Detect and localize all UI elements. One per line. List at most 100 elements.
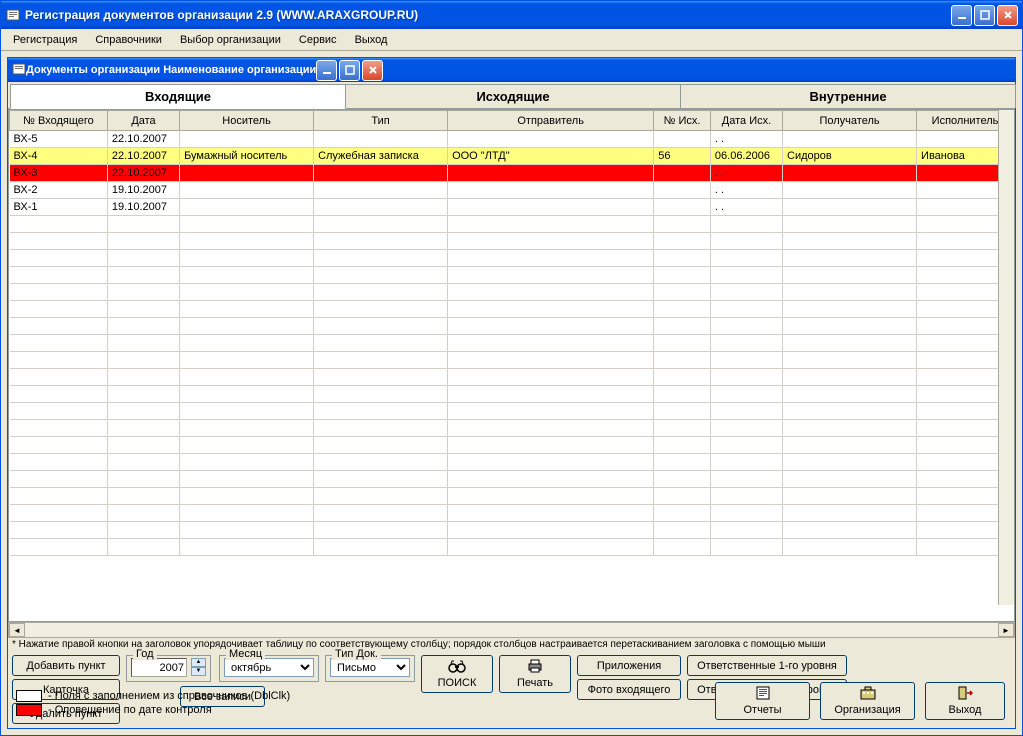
table-cell[interactable] bbox=[654, 131, 711, 148]
child-maximize-button[interactable] bbox=[339, 60, 360, 81]
photo-incoming-button[interactable]: Фото входящего bbox=[577, 679, 681, 700]
table-cell[interactable]: ВХ-2 bbox=[10, 182, 108, 199]
table-cell[interactable] bbox=[314, 199, 448, 216]
table-cell[interactable] bbox=[314, 182, 448, 199]
table-row[interactable]: ВХ-422.10.2007Бумажный носительСлужебная… bbox=[10, 148, 1014, 165]
table-cell[interactable] bbox=[654, 165, 711, 182]
table-cell[interactable]: 06.06.2006 bbox=[710, 148, 782, 165]
report-icon bbox=[755, 686, 771, 703]
tab-internal[interactable]: Внутренние bbox=[680, 84, 1016, 108]
menu-directories[interactable]: Справочники bbox=[87, 32, 170, 48]
column-header[interactable]: Носитель bbox=[180, 111, 314, 131]
table-cell[interactable]: . . bbox=[710, 182, 782, 199]
year-input[interactable] bbox=[131, 658, 187, 677]
table-cell[interactable] bbox=[180, 182, 314, 199]
attachments-button[interactable]: Приложения bbox=[577, 655, 681, 676]
column-header[interactable]: Тип bbox=[314, 111, 448, 131]
vertical-scrollbar[interactable] bbox=[998, 110, 1014, 605]
menu-exit[interactable]: Выход bbox=[347, 32, 396, 48]
child-window-controls bbox=[316, 60, 383, 81]
table-cell[interactable]: ВХ-4 bbox=[10, 148, 108, 165]
table-cell[interactable]: Сидоров bbox=[783, 148, 917, 165]
organization-button[interactable]: Организация bbox=[820, 682, 915, 720]
hscroll-track[interactable] bbox=[25, 623, 998, 637]
horizontal-scrollbar[interactable]: ◄ ► bbox=[8, 622, 1015, 638]
search-button[interactable]: ПОИСК bbox=[421, 655, 493, 693]
table-cell[interactable] bbox=[180, 131, 314, 148]
table-cell[interactable]: . . bbox=[710, 165, 782, 182]
table-cell[interactable] bbox=[180, 199, 314, 216]
column-header[interactable]: Дата bbox=[107, 111, 179, 131]
table-row[interactable]: ВХ-522.10.2007 . . bbox=[10, 131, 1014, 148]
table-row bbox=[10, 352, 1014, 369]
table-cell[interactable]: ВХ-1 bbox=[10, 199, 108, 216]
main-minimize-button[interactable] bbox=[951, 5, 972, 26]
child-close-button[interactable] bbox=[362, 60, 383, 81]
main-window-controls bbox=[951, 5, 1018, 26]
documents-grid[interactable]: № ВходящегоДатаНосительТипОтправитель№ И… bbox=[9, 110, 1014, 556]
table-cell[interactable]: Служебная записка bbox=[314, 148, 448, 165]
table-cell[interactable]: ВХ-3 bbox=[10, 165, 108, 182]
table-cell[interactable] bbox=[448, 199, 654, 216]
grid-header-row[interactable]: № ВходящегоДатаНосительТипОтправитель№ И… bbox=[10, 111, 1014, 131]
table-cell[interactable] bbox=[783, 182, 917, 199]
column-header[interactable]: № Исх. bbox=[654, 111, 711, 131]
table-cell[interactable]: 19.10.2007 bbox=[107, 182, 179, 199]
table-cell[interactable] bbox=[448, 131, 654, 148]
table-cell[interactable]: 22.10.2007 bbox=[107, 165, 179, 182]
tab-outgoing[interactable]: Исходящие bbox=[345, 84, 681, 108]
month-label: Месяц bbox=[226, 648, 265, 660]
doctype-combo[interactable]: Письмо bbox=[330, 658, 410, 677]
table-cell[interactable]: ВХ-5 bbox=[10, 131, 108, 148]
tab-incoming[interactable]: Входящие bbox=[10, 84, 346, 109]
table-cell[interactable]: 19.10.2007 bbox=[107, 199, 179, 216]
table-cell[interactable]: 56 bbox=[654, 148, 711, 165]
add-item-button[interactable]: Добавить пункт bbox=[12, 655, 120, 676]
table-cell[interactable] bbox=[180, 165, 314, 182]
table-cell[interactable] bbox=[314, 165, 448, 182]
doctype-label: Тип Док. bbox=[332, 648, 381, 660]
table-cell[interactable]: 22.10.2007 bbox=[107, 131, 179, 148]
table-cell[interactable]: . . bbox=[710, 199, 782, 216]
organization-icon bbox=[860, 686, 876, 703]
hscroll-left-icon[interactable]: ◄ bbox=[9, 623, 25, 637]
hscroll-right-icon[interactable]: ► bbox=[998, 623, 1014, 637]
exit-button[interactable]: Выход bbox=[925, 682, 1005, 720]
table-cell[interactable]: 22.10.2007 bbox=[107, 148, 179, 165]
column-header[interactable]: Получатель bbox=[783, 111, 917, 131]
table-cell[interactable] bbox=[654, 182, 711, 199]
menu-service[interactable]: Сервис bbox=[291, 32, 345, 48]
column-header[interactable]: Отправитель bbox=[448, 111, 654, 131]
table-row[interactable]: ВХ-219.10.2007 . . bbox=[10, 182, 1014, 199]
table-row bbox=[10, 369, 1014, 386]
table-cell[interactable] bbox=[783, 131, 917, 148]
table-cell[interactable]: ООО "ЛТД" bbox=[448, 148, 654, 165]
table-row bbox=[10, 539, 1014, 556]
table-cell[interactable] bbox=[314, 131, 448, 148]
table-row[interactable]: ВХ-119.10.2007 . . bbox=[10, 199, 1014, 216]
menu-select-org[interactable]: Выбор организации bbox=[172, 32, 289, 48]
reports-label: Отчеты bbox=[743, 704, 781, 716]
column-header[interactable]: Дата Исх. bbox=[710, 111, 782, 131]
year-spinner[interactable]: ▲▼ bbox=[191, 658, 206, 677]
column-header[interactable]: № Входящего bbox=[10, 111, 108, 131]
table-cell[interactable] bbox=[448, 165, 654, 182]
child-minimize-button[interactable] bbox=[316, 60, 337, 81]
reports-button[interactable]: Отчеты bbox=[715, 682, 810, 720]
table-cell[interactable] bbox=[654, 199, 711, 216]
menu-registration[interactable]: Регистрация bbox=[5, 32, 85, 48]
table-row[interactable]: ВХ-322.10.2007 . . bbox=[10, 165, 1014, 182]
table-cell[interactable]: . . bbox=[710, 131, 782, 148]
grid-scroll[interactable]: № ВходящегоДатаНосительТипОтправитель№ И… bbox=[8, 109, 1015, 622]
table-cell[interactable]: Бумажный носитель bbox=[180, 148, 314, 165]
menubar: Регистрация Справочники Выбор организаци… bbox=[1, 29, 1022, 51]
print-button[interactable]: Печать bbox=[499, 655, 571, 693]
resp-lvl1-button[interactable]: Ответственные 1-го уровня bbox=[687, 655, 847, 676]
table-cell[interactable] bbox=[783, 165, 917, 182]
month-combo[interactable]: октябрь bbox=[224, 658, 314, 677]
table-row bbox=[10, 454, 1014, 471]
table-cell[interactable] bbox=[783, 199, 917, 216]
main-close-button[interactable] bbox=[997, 5, 1018, 26]
main-maximize-button[interactable] bbox=[974, 5, 995, 26]
table-cell[interactable] bbox=[448, 182, 654, 199]
